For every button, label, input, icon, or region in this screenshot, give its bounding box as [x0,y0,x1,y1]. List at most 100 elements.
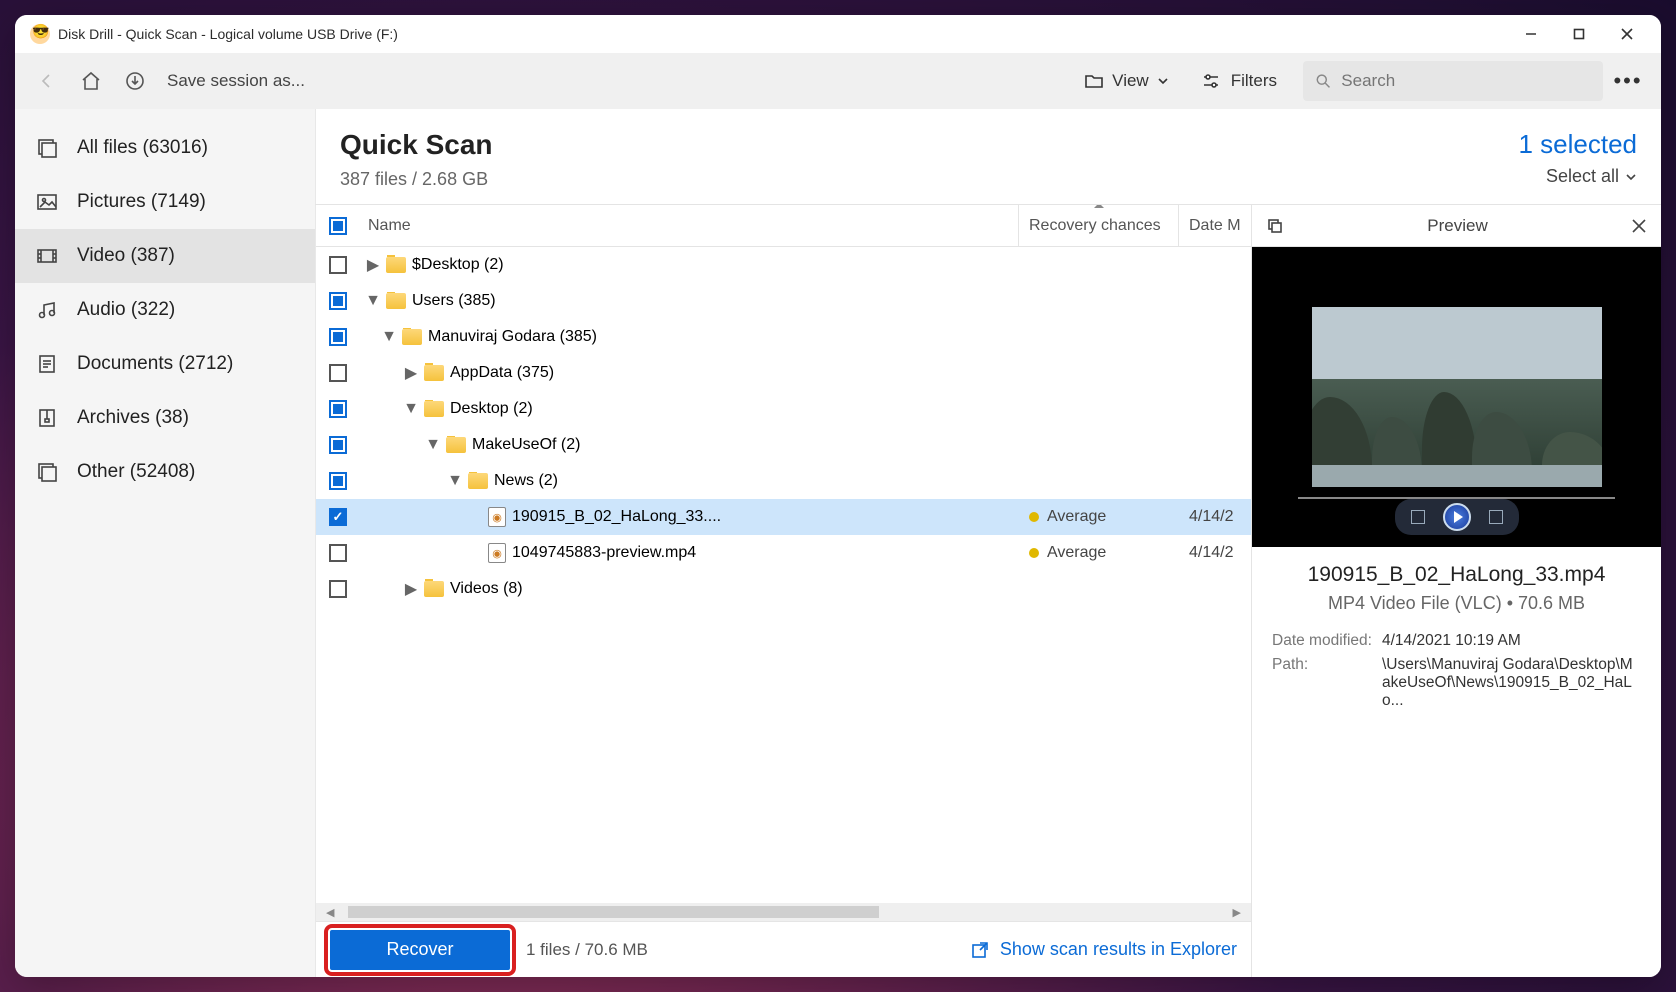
horizontal-scrollbar[interactable]: ◀ ▶ [316,903,1251,921]
preview-video[interactable] [1252,247,1661,547]
row-label: Desktop (2) [450,400,533,418]
table-row[interactable]: ▼MakeUseOf (2) [316,427,1251,463]
row-label: 190915_B_02_HaLong_33.... [512,508,721,526]
row-checkbox[interactable] [329,328,347,346]
content-split: Name Recovery chances Date M ▶$Desktop (… [315,204,1661,977]
status-dot-icon [1029,548,1039,558]
selected-count: 1 selected [1518,129,1637,160]
column-date[interactable]: Date M [1179,205,1251,246]
sidebar-item-label: All files (63016) [77,137,208,159]
row-checkbox[interactable] [329,436,347,454]
column-name[interactable]: Name [360,205,1019,246]
table-row[interactable]: ▼ Manuviraj Godara (385) [316,319,1251,355]
pictures-icon [35,190,59,214]
close-preview-icon[interactable] [1631,218,1647,234]
view-dropdown[interactable]: View [1070,61,1183,101]
toolbar: Save session as... View Filters ••• [15,53,1661,109]
table-body: ▶$Desktop (2) ▼Users (385) ▼ Manuviraj Go… [316,247,1251,903]
collapse-icon[interactable]: ▼ [404,400,418,418]
header-checkbox[interactable] [316,217,360,235]
save-session-label[interactable]: Save session as... [167,71,305,91]
table-row[interactable]: ▼Users (385) [316,283,1251,319]
play-button[interactable] [1443,503,1471,531]
row-checkbox[interactable] [329,580,347,598]
select-all-button[interactable]: Select all [1518,166,1637,187]
row-checkbox[interactable] [329,544,347,562]
row-checkbox[interactable] [329,292,347,310]
external-link-icon [970,940,990,960]
search-box[interactable] [1303,61,1603,101]
stop-icon[interactable] [1411,510,1425,524]
preview-header: Preview [1252,205,1661,247]
sidebar-item-label: Pictures (7149) [77,191,206,213]
window-title: Disk Drill - Quick Scan - Logical volume… [58,26,1507,42]
collapse-icon[interactable]: ▼ [366,292,380,310]
sidebar-item-documents[interactable]: Documents (2712) [15,337,315,391]
chevron-down-icon [1625,171,1637,183]
close-button[interactable] [1603,15,1651,53]
footer: Recover 1 files / 70.6 MB Show scan resu… [316,921,1251,977]
maximize-button[interactable] [1555,15,1603,53]
sidebar-item-pictures[interactable]: Pictures (7149) [15,175,315,229]
status-dot-icon [1029,512,1039,522]
table-row[interactable]: ▶ Videos (8) [316,571,1251,607]
row-label: Manuviraj Godara (385) [428,328,597,346]
preview-subtitle: MP4 Video File (VLC) • 70.6 MB [1272,593,1641,614]
sidebar-item-archives[interactable]: Archives (38) [15,391,315,445]
table-row[interactable]: ▼ News (2) [316,463,1251,499]
sidebar-item-other[interactable]: Other (52408) [15,445,315,499]
back-button[interactable] [27,61,67,101]
window-controls [1507,15,1651,53]
app-window: Disk Drill - Quick Scan - Logical volume… [15,15,1661,977]
expand-icon[interactable]: ▶ [404,579,418,599]
documents-icon [35,352,59,376]
folder-icon [446,437,466,453]
sidebar-item-label: Archives (38) [77,407,189,429]
copy-icon[interactable] [1266,217,1284,235]
column-recovery[interactable]: Recovery chances [1019,205,1179,246]
table-row[interactable]: 190915_B_02_HaLong_33.... Average 4/14/2 [316,499,1251,535]
expand-icon[interactable]: ▶ [404,363,418,383]
row-checkbox[interactable] [329,508,347,526]
preview-date-label: Date modified: [1272,632,1382,650]
table-row[interactable]: ▶$Desktop (2) [316,247,1251,283]
folder-icon [424,365,444,381]
collapse-icon[interactable]: ▼ [448,472,462,490]
footer-stats: 1 files / 70.6 MB [526,940,648,960]
row-label: News (2) [494,472,558,490]
scroll-left-icon[interactable]: ◀ [326,906,334,919]
sidebar-item-all-files[interactable]: All files (63016) [15,121,315,175]
row-checkbox[interactable] [329,472,347,490]
date-label: 4/14/2 [1179,544,1251,562]
minimize-button[interactable] [1507,15,1555,53]
save-session-icon[interactable] [115,61,155,101]
show-in-explorer-link[interactable]: Show scan results in Explorer [970,939,1237,960]
sidebar-item-audio[interactable]: Audio (322) [15,283,315,337]
fullscreen-icon[interactable] [1489,510,1503,524]
scroll-right-icon[interactable]: ▶ [1233,906,1241,919]
filters-button[interactable]: Filters [1187,61,1291,101]
table-area: Name Recovery chances Date M ▶$Desktop (… [315,205,1251,977]
preview-path-value: \Users\Manuviraj Godara\Desktop\MakeUseO… [1382,656,1641,710]
recovery-label: Average [1047,508,1106,526]
collapse-icon[interactable]: ▼ [426,436,440,454]
preview-title: Preview [1284,216,1631,236]
row-checkbox[interactable] [329,364,347,382]
recover-button[interactable]: Recover [330,930,510,970]
all-files-icon [35,136,59,160]
table-row[interactable]: ▶ AppData (375) [316,355,1251,391]
table-row[interactable]: 1049745883-preview.mp4 Average 4/14/2 [316,535,1251,571]
more-button[interactable]: ••• [1607,61,1649,101]
row-checkbox[interactable] [329,400,347,418]
table-row[interactable]: ▼ Desktop (2) [316,391,1251,427]
row-label: AppData (375) [450,364,554,382]
collapse-icon[interactable]: ▼ [382,328,396,346]
row-checkbox[interactable] [329,256,347,274]
expand-icon[interactable]: ▶ [366,255,380,275]
search-input[interactable] [1341,71,1591,91]
row-label: Videos (8) [450,580,523,598]
sidebar-item-video[interactable]: Video (387) [15,229,315,283]
scrollbar-thumb[interactable] [348,906,879,918]
archives-icon [35,406,59,430]
home-button[interactable] [71,61,111,101]
